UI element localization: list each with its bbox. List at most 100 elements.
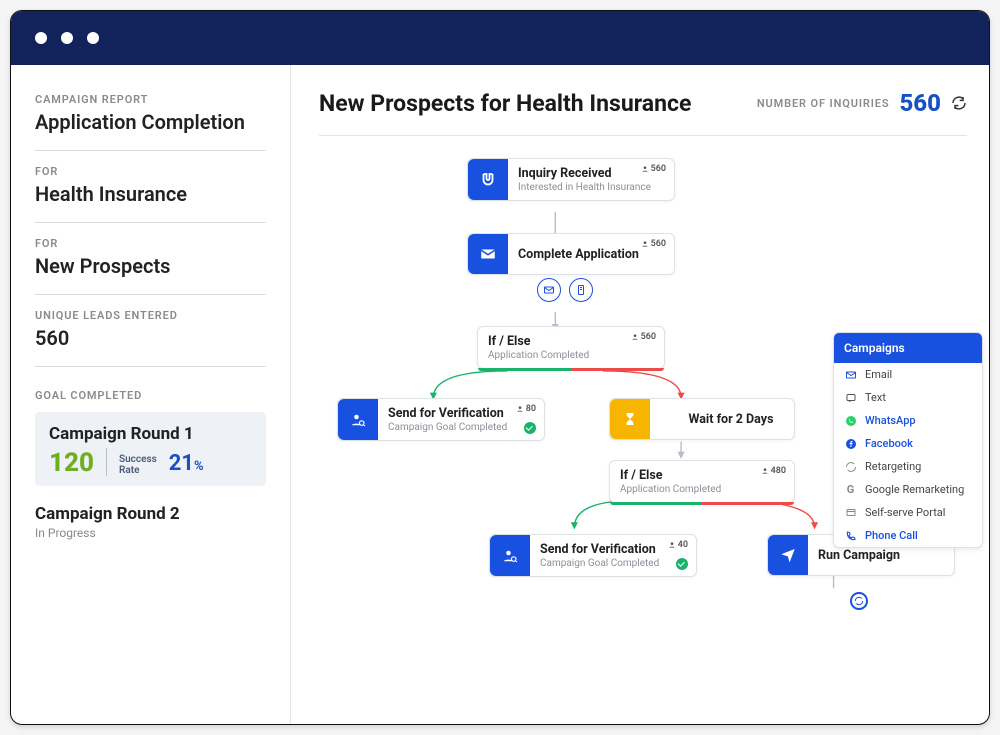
node-count: 560 — [641, 239, 666, 249]
campaign-round-1-card[interactable]: Campaign Round 1 120 Success Rate 21% — [35, 412, 266, 486]
for-label: FOR — [35, 165, 266, 178]
campaigns-header: Campaigns — [834, 333, 982, 363]
campaign-item-icon — [844, 368, 857, 381]
node-count: 480 — [761, 466, 786, 476]
form-channel-icon[interactable] — [569, 278, 593, 302]
campaign-item[interactable]: WhatsApp — [834, 409, 982, 432]
node-inquiry-received[interactable]: Inquiry Received Interested in Health In… — [467, 158, 675, 201]
window-dot — [87, 32, 99, 44]
app-window: CAMPAIGN REPORT Application Completion F… — [10, 10, 990, 725]
email-channel-icon[interactable] — [537, 278, 561, 302]
campaign-item-label: Phone Call — [865, 529, 918, 542]
refresh-icon[interactable] — [951, 95, 967, 111]
node-subtitle: Interested in Health Insurance — [518, 182, 664, 193]
unique-leads-value: 560 — [35, 326, 266, 350]
node-title: Wait for 2 Days — [671, 412, 774, 427]
campaign-item-icon — [844, 414, 857, 427]
user-search-icon — [490, 535, 530, 576]
for-value: Health Insurance — [35, 182, 266, 206]
user-search-icon — [338, 399, 378, 440]
divider — [106, 448, 107, 476]
campaign-item-icon — [844, 506, 857, 519]
node-wait[interactable]: Wait for 2 Days — [609, 398, 795, 440]
round-title: Campaign Round 2 — [35, 504, 266, 524]
success-rate-label: Success Rate — [119, 454, 157, 476]
node-subtitle: Application Completed — [620, 484, 784, 495]
node-subtitle: Campaign Goal Completed — [540, 558, 686, 569]
node-title: Complete Application — [518, 247, 639, 262]
campaign-item[interactable]: Text — [834, 386, 982, 409]
goal-completed-label: GOAL COMPLETED — [35, 389, 266, 402]
campaign-item-label: Facebook — [865, 437, 913, 450]
campaign-item-icon — [844, 391, 857, 404]
campaign-item-label: Google Remarketing — [865, 483, 964, 496]
node-count: 80 — [516, 404, 536, 414]
node-count: 40 — [668, 540, 688, 550]
flow-canvas[interactable]: Inquiry Received Interested in Health In… — [319, 136, 967, 724]
for-label: FOR — [35, 237, 266, 250]
unique-leads-label: UNIQUE LEADS ENTERED — [35, 309, 266, 322]
node-if-else-1[interactable]: If / Else Application Completed 560 — [477, 326, 665, 369]
split-indicator — [478, 368, 664, 371]
node-subtitle: Campaign Goal Completed — [388, 422, 534, 433]
node-send-verification-1[interactable]: Send for Verification Campaign Goal Comp… — [337, 398, 545, 441]
campaign-item[interactable]: Phone Call — [834, 524, 982, 547]
split-indicator — [610, 502, 794, 505]
campaign-item-label: Retargeting — [865, 460, 921, 473]
node-count: 560 — [641, 164, 666, 174]
campaign-item[interactable]: Facebook — [834, 432, 982, 455]
send-campaign-icon — [768, 535, 808, 575]
campaign-item[interactable]: G Google Remarketing — [834, 478, 982, 501]
percent-sign: % — [194, 459, 204, 474]
node-count: 560 — [631, 332, 656, 342]
node-title: Run Campaign — [818, 548, 900, 563]
hourglass-icon — [610, 399, 650, 439]
sidebar: CAMPAIGN REPORT Application Completion F… — [11, 65, 291, 724]
campaign-item[interactable]: Email — [834, 363, 982, 386]
success-rate-value: 21 — [169, 451, 194, 476]
campaign-item-label: Email — [865, 368, 892, 381]
campaigns-panel[interactable]: Campaigns Email Text WhatsApp Facebook Retar… — [833, 332, 983, 548]
node-title: Send for Verification — [388, 406, 534, 421]
inquiries-label: NUMBER OF INQUIRIES — [757, 97, 890, 110]
round-title: Campaign Round 1 — [49, 424, 252, 444]
main-header: New Prospects for Health Insurance NUMBE… — [319, 89, 967, 136]
node-subtitle: Application Completed — [488, 350, 654, 361]
main-panel: New Prospects for Health Insurance NUMBE… — [291, 65, 989, 724]
campaign-item-icon: G — [844, 483, 857, 496]
campaign-item-label: WhatsApp — [865, 414, 916, 427]
campaign-item-icon — [844, 529, 857, 542]
cycle-icon[interactable] — [850, 592, 868, 610]
window-dot — [35, 32, 47, 44]
campaign-item[interactable]: Retargeting — [834, 455, 982, 478]
campaign-item-label: Text — [865, 391, 886, 404]
unique-leads-block: UNIQUE LEADS ENTERED 560 — [35, 295, 266, 367]
window-titlebar — [11, 11, 989, 65]
campaign-item-label: Self-serve Portal — [865, 506, 945, 519]
campaign-item-icon — [844, 437, 857, 450]
node-title: If / Else — [620, 468, 784, 483]
node-send-verification-2[interactable]: Send for Verification Campaign Goal Comp… — [489, 534, 697, 577]
for-audience-block: FOR New Prospects — [35, 223, 266, 295]
campaign-report-label: CAMPAIGN REPORT — [35, 93, 266, 106]
round-count: 120 — [49, 450, 94, 476]
window-dot — [61, 32, 73, 44]
node-if-else-2[interactable]: If / Else Application Completed 480 — [609, 460, 795, 503]
node-title: Send for Verification — [540, 542, 686, 557]
round-status: In Progress — [35, 526, 266, 540]
node-complete-application[interactable]: Complete Application 560 — [467, 233, 675, 275]
campaign-item[interactable]: Self-serve Portal — [834, 501, 982, 524]
goal-check-icon — [676, 558, 688, 570]
envelope-icon — [468, 234, 508, 274]
page-title: New Prospects for Health Insurance — [319, 90, 691, 117]
inquiries-value: 560 — [899, 89, 941, 117]
campaign-report-value: Application Completion — [35, 110, 266, 134]
campaign-item-icon — [844, 460, 857, 473]
goal-check-icon — [524, 422, 536, 434]
campaign-report-block: CAMPAIGN REPORT Application Completion — [35, 93, 266, 151]
node-title: If / Else — [488, 334, 654, 349]
for-product-block: FOR Health Insurance — [35, 151, 266, 223]
for-value: New Prospects — [35, 254, 266, 278]
campaign-round-2-card[interactable]: Campaign Round 2 In Progress — [35, 504, 266, 540]
inquiries-group: NUMBER OF INQUIRIES 560 — [757, 89, 967, 117]
